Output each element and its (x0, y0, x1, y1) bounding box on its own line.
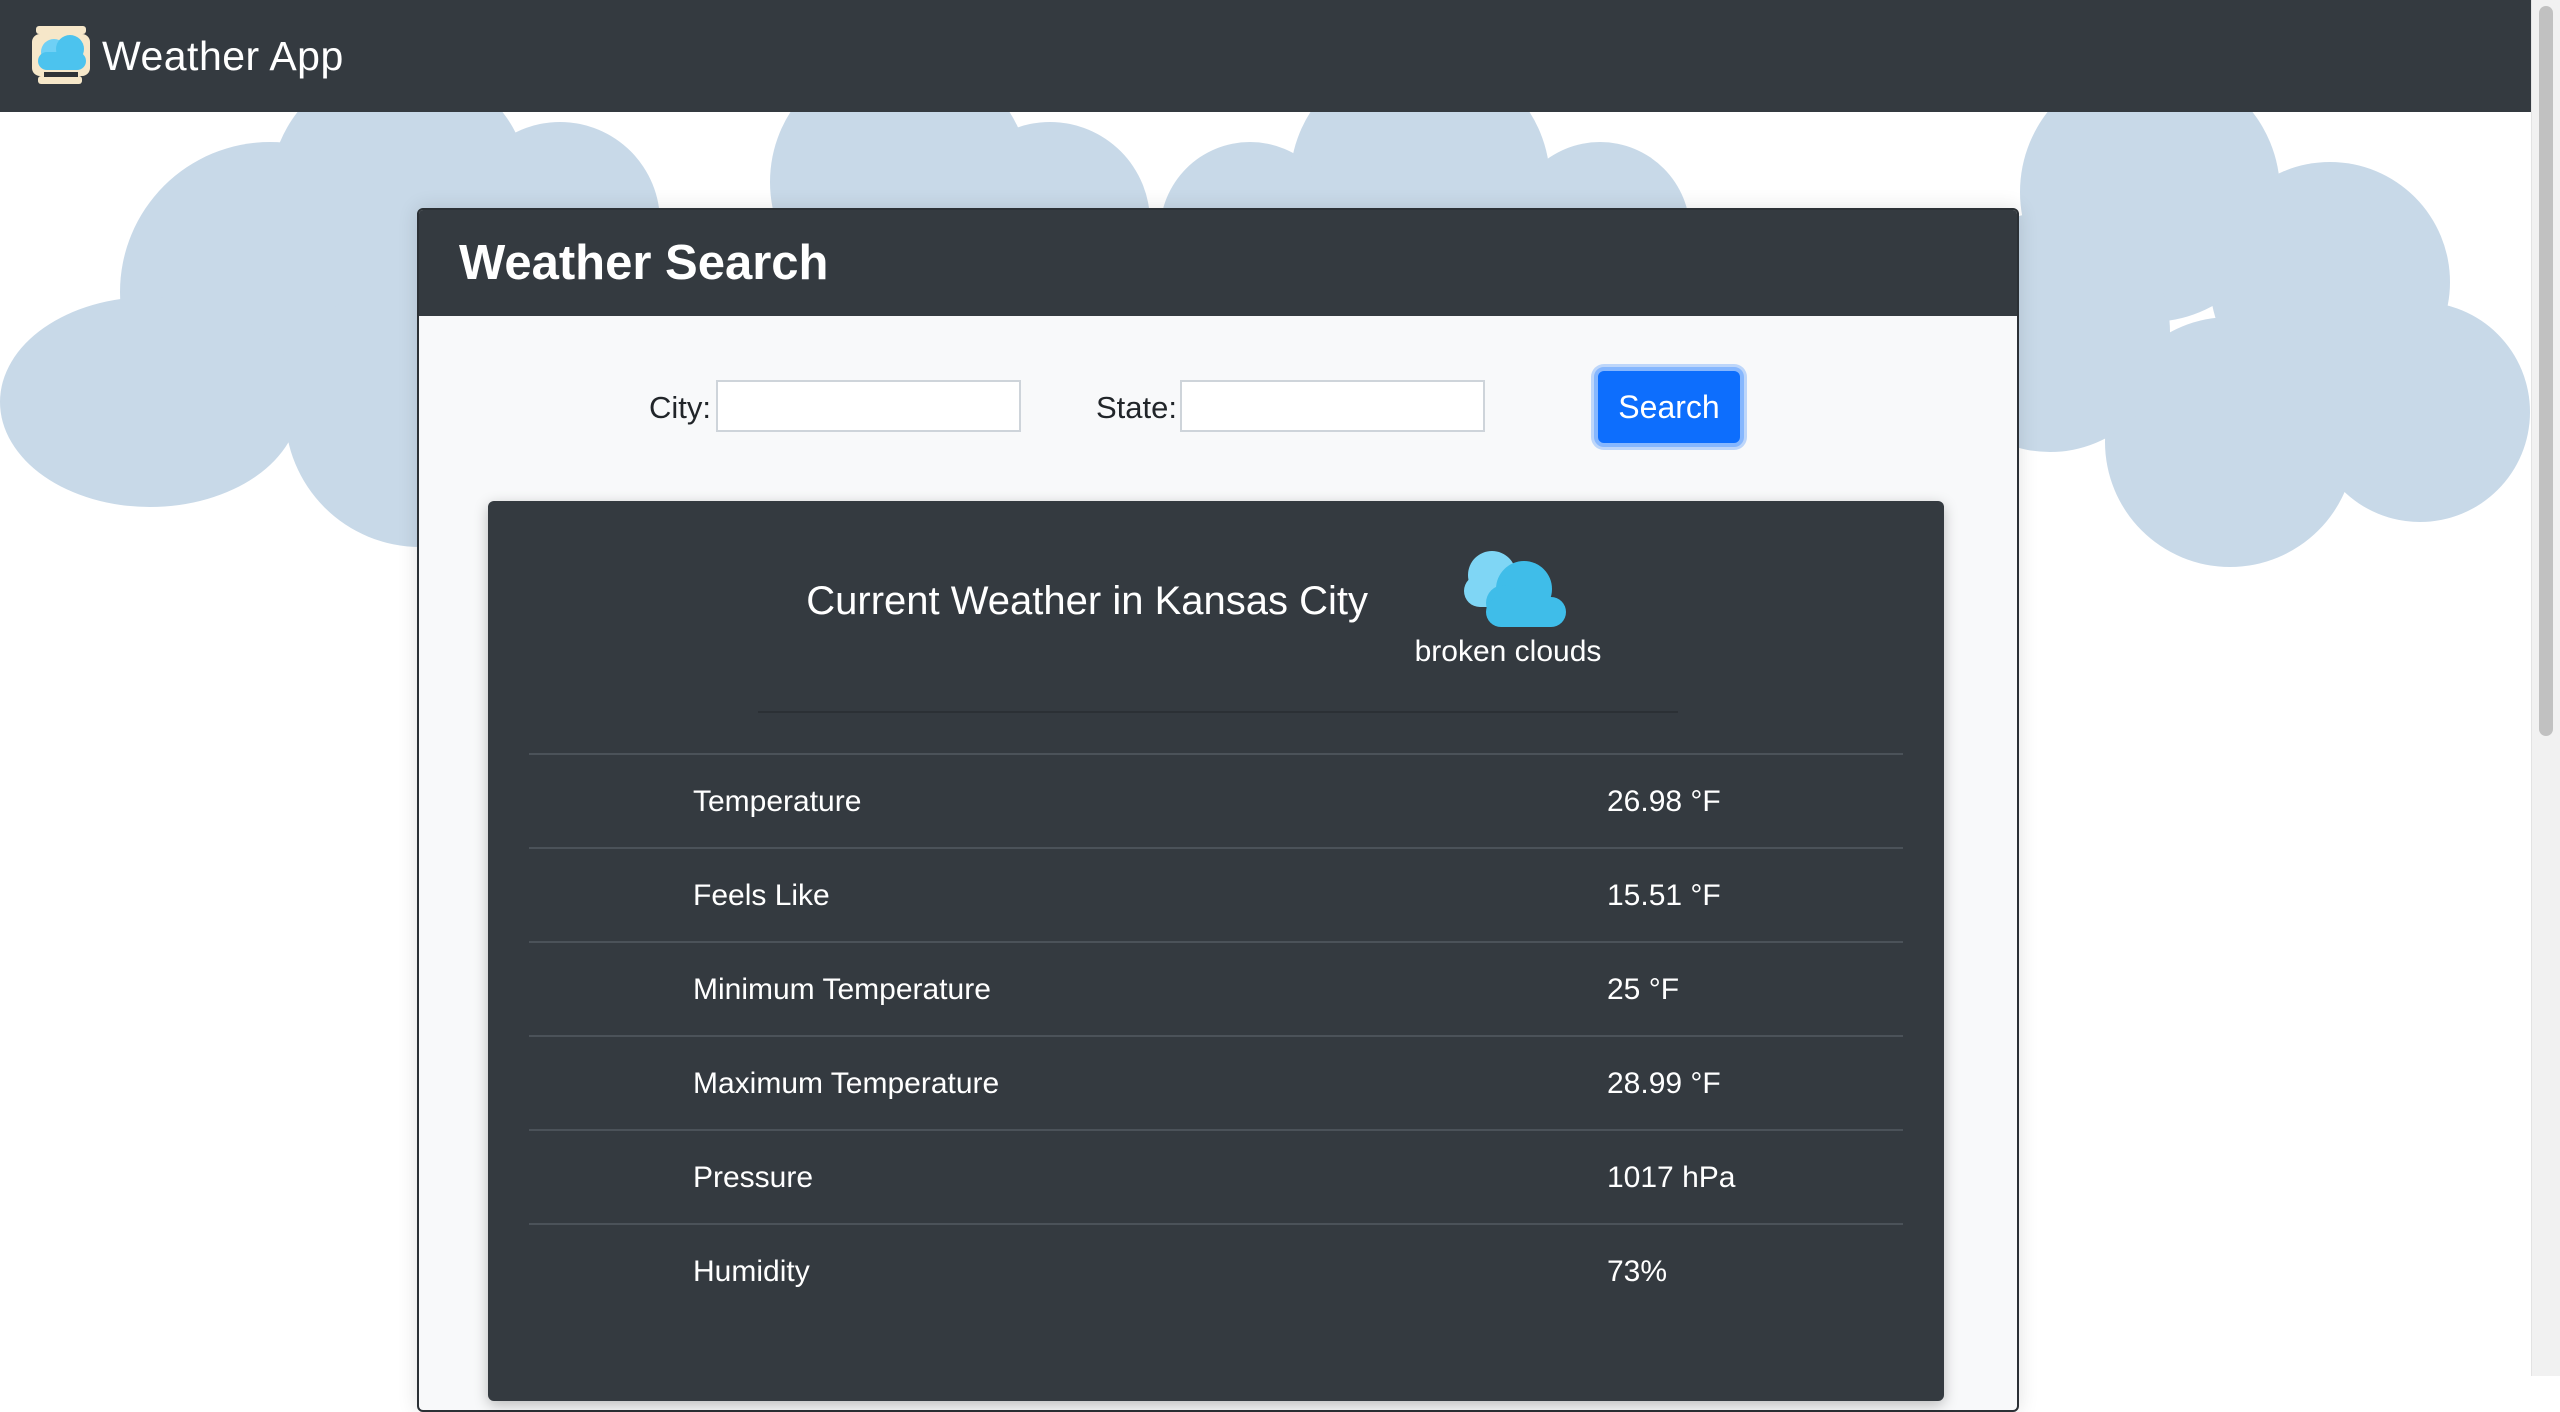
row-label: Temperature (693, 785, 862, 818)
cloud-logo-icon[interactable] (28, 22, 96, 90)
search-card-title: Weather Search (459, 236, 829, 290)
current-weather-card: Current Weather in Kansas City broken cl… (488, 501, 1944, 1401)
table-row: Feels Like 15.51 °F (529, 847, 1903, 941)
state-label: State: (1096, 390, 1177, 425)
row-value: 15.51 °F (1607, 879, 1721, 912)
weather-search-card: Weather Search City: State: Search Curre… (417, 208, 2019, 1412)
table-row: Temperature 26.98 °F (529, 753, 1903, 847)
row-label: Pressure (693, 1161, 814, 1194)
row-value: 25 °F (1607, 973, 1680, 1006)
search-card-header: Weather Search (419, 210, 2017, 316)
page-scrollbar[interactable] (2531, 0, 2560, 1376)
broken-clouds-icon (1464, 551, 1566, 627)
brand-title[interactable]: Weather App (102, 33, 344, 80)
table-row: Maximum Temperature 28.99 °F (529, 1035, 1903, 1129)
city-input[interactable] (716, 380, 1021, 432)
row-label: Maximum Temperature (693, 1067, 1000, 1100)
row-label: Feels Like (693, 879, 830, 912)
state-input[interactable] (1180, 380, 1485, 432)
weather-details-table: Temperature 26.98 °F Feels Like 15.51 °F… (529, 753, 1903, 1317)
current-weather-title: Current Weather in Kansas City (806, 579, 1368, 623)
navbar: Weather App (0, 0, 2532, 112)
city-label: City: (649, 390, 711, 425)
weather-description: broken clouds (1414, 635, 1602, 668)
row-label: Minimum Temperature (693, 973, 991, 1006)
row-value: 28.99 °F (1607, 1067, 1721, 1100)
table-row: Humidity 73% (529, 1223, 1903, 1317)
divider (758, 711, 1678, 713)
row-value: 73% (1607, 1255, 1668, 1288)
table-row: Pressure 1017 hPa (529, 1129, 1903, 1223)
row-value: 26.98 °F (1607, 785, 1721, 818)
scrollbar-thumb[interactable] (2539, 6, 2553, 736)
search-button[interactable]: Search (1594, 367, 1744, 447)
row-label: Humidity (693, 1255, 810, 1288)
table-row: Minimum Temperature 25 °F (529, 941, 1903, 1035)
row-value: 1017 hPa (1607, 1161, 1736, 1194)
